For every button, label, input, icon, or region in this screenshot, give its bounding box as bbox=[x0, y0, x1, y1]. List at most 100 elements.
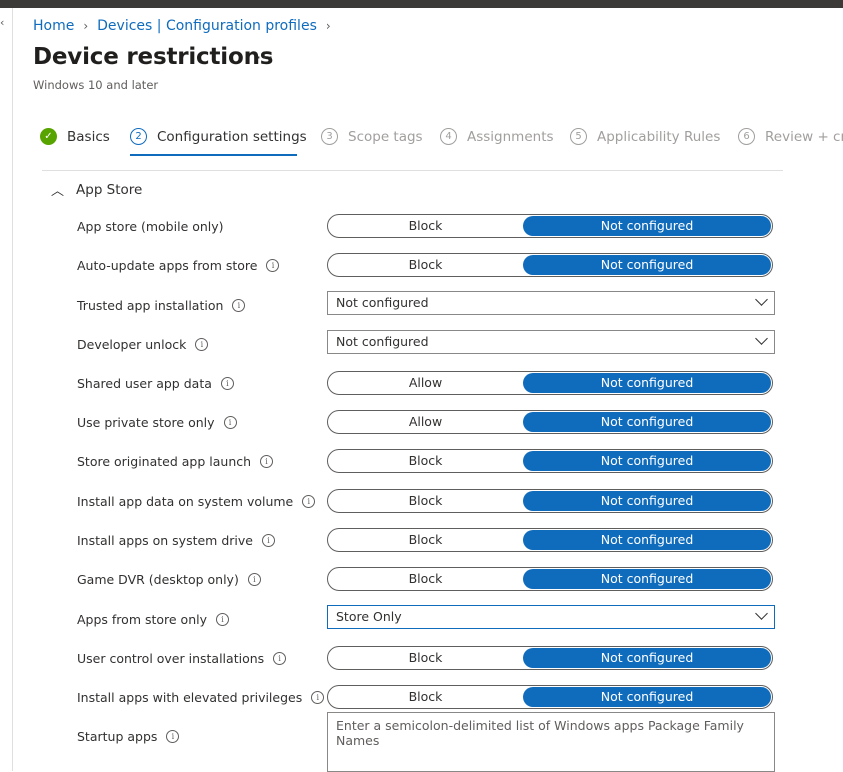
left-nav-edge bbox=[0, 8, 13, 771]
toggle-option-block[interactable]: Block bbox=[328, 450, 523, 472]
install-app-data-system-volume-toggle[interactable]: Block Not configured bbox=[327, 489, 773, 513]
setting-label: User control over installations i bbox=[77, 651, 287, 666]
toggle-option-not-configured[interactable]: Not configured bbox=[523, 648, 771, 668]
page-subtitle: Windows 10 and later bbox=[33, 78, 159, 92]
tab-scope-tags[interactable]: 3 Scope tags bbox=[321, 128, 423, 145]
setting-row-apps-from-store-only: Apps from store only i Store Only bbox=[77, 605, 777, 633]
step-number-badge: 3 bbox=[321, 128, 338, 145]
dropdown-value: Store Only bbox=[336, 609, 402, 624]
toggle-option-block[interactable]: Block bbox=[328, 686, 523, 708]
toggle-option-not-configured[interactable]: Not configured bbox=[523, 491, 771, 511]
setting-label: Install apps with elevated privileges i bbox=[77, 690, 325, 705]
toggle-option-block[interactable]: Block bbox=[328, 568, 523, 590]
info-icon[interactable]: i bbox=[273, 652, 287, 665]
setting-row-user-control-installations: User control over installations i Block N… bbox=[77, 646, 777, 672]
collapse-nav-chevron-icon[interactable]: ‹ bbox=[0, 16, 4, 29]
section-header-app-store[interactable]: ︿ App Store bbox=[51, 180, 143, 200]
info-icon[interactable]: i bbox=[261, 534, 275, 547]
chevron-right-icon: › bbox=[325, 19, 331, 33]
step-label: Scope tags bbox=[348, 128, 423, 145]
toggle-option-block[interactable]: Block bbox=[328, 529, 523, 551]
dropdown-value: Not configured bbox=[336, 295, 429, 310]
setting-label: Store originated app launch i bbox=[77, 454, 274, 469]
setting-row-trusted-app-installation: Trusted app installation i Not configured bbox=[77, 291, 777, 319]
setting-row-use-private-store-only: Use private store only i Allow Not config… bbox=[77, 410, 777, 436]
toggle-option-not-configured[interactable]: Not configured bbox=[523, 530, 771, 550]
setting-label: Developer unlock i bbox=[77, 337, 209, 352]
step-number-badge: 6 bbox=[738, 128, 755, 145]
use-private-store-only-toggle[interactable]: Allow Not configured bbox=[327, 410, 773, 434]
info-icon[interactable]: i bbox=[195, 338, 209, 351]
active-tab-underline bbox=[130, 154, 297, 156]
chevron-down-icon bbox=[755, 607, 768, 620]
section-title: App Store bbox=[76, 181, 143, 198]
app-store-toggle[interactable]: Block Not configured bbox=[327, 214, 773, 238]
setting-label: Install apps on system drive i bbox=[77, 533, 275, 548]
user-control-installations-toggle[interactable]: Block Not configured bbox=[327, 646, 773, 670]
setting-row-developer-unlock: Developer unlock i Not configured bbox=[77, 330, 777, 358]
toggle-option-allow[interactable]: Allow bbox=[328, 372, 523, 394]
game-dvr-toggle[interactable]: Block Not configured bbox=[327, 567, 773, 591]
tab-basics[interactable]: ✓ Basics bbox=[40, 128, 110, 145]
step-label: Review + cre bbox=[765, 128, 843, 145]
shared-user-app-data-toggle[interactable]: Allow Not configured bbox=[327, 371, 773, 395]
tab-assignments[interactable]: 4 Assignments bbox=[440, 128, 554, 145]
info-icon[interactable]: i bbox=[247, 573, 261, 586]
install-apps-system-drive-toggle[interactable]: Block Not configured bbox=[327, 528, 773, 552]
toggle-option-block[interactable]: Block bbox=[328, 215, 523, 237]
breadcrumb-home-link[interactable]: Home bbox=[33, 18, 74, 34]
step-number-badge: 2 bbox=[130, 128, 147, 145]
step-label: Assignments bbox=[467, 128, 554, 145]
step-label: Basics bbox=[67, 128, 110, 145]
setting-label: Install app data on system volume i bbox=[77, 494, 316, 509]
toggle-option-block[interactable]: Block bbox=[328, 490, 523, 512]
info-icon[interactable]: i bbox=[232, 299, 246, 312]
info-icon[interactable]: i bbox=[302, 495, 316, 508]
setting-row-game-dvr: Game DVR (desktop only) i Block Not confi… bbox=[77, 567, 777, 593]
toggle-option-not-configured[interactable]: Not configured bbox=[523, 687, 771, 707]
toggle-option-not-configured[interactable]: Not configured bbox=[523, 569, 771, 589]
install-apps-elevated-toggle[interactable]: Block Not configured bbox=[327, 685, 773, 709]
setting-row-app-store: App store (mobile only) Block Not config… bbox=[77, 214, 777, 240]
setting-row-auto-update: Auto-update apps from store i Block Not c… bbox=[77, 253, 777, 279]
tab-configuration-settings[interactable]: 2 Configuration settings bbox=[130, 128, 307, 145]
chevron-up-icon: ︿ bbox=[51, 184, 65, 199]
page-title: Device restrictions bbox=[33, 44, 274, 70]
tab-review-create[interactable]: 6 Review + cre bbox=[738, 128, 843, 145]
setting-label: Trusted app installation i bbox=[77, 298, 246, 313]
toggle-option-allow[interactable]: Allow bbox=[328, 411, 523, 433]
setting-row-startup-apps: Startup apps i Enter a semicolon-delimite… bbox=[77, 712, 777, 772]
portal-top-bar bbox=[0, 0, 843, 8]
toggle-option-not-configured[interactable]: Not configured bbox=[523, 216, 771, 236]
wizard-steps: ✓ Basics 2 Configuration settings 3 Scop… bbox=[40, 128, 843, 158]
apps-from-store-only-dropdown[interactable]: Store Only bbox=[327, 605, 775, 629]
toggle-option-not-configured[interactable]: Not configured bbox=[523, 451, 771, 471]
tab-applicability-rules[interactable]: 5 Applicability Rules bbox=[570, 128, 720, 145]
more-actions-button[interactable]: ··· bbox=[256, 48, 274, 67]
step-number-badge: 5 bbox=[570, 128, 587, 145]
info-icon[interactable]: i bbox=[266, 259, 280, 272]
startup-apps-textarea[interactable]: Enter a semicolon-delimited list of Wind… bbox=[327, 712, 775, 772]
info-icon[interactable]: i bbox=[220, 377, 234, 390]
chevron-down-icon bbox=[755, 332, 768, 345]
toggle-option-not-configured[interactable]: Not configured bbox=[523, 255, 771, 275]
toggle-option-block[interactable]: Block bbox=[328, 647, 523, 669]
setting-row-shared-user-app-data: Shared user app data i Allow Not configur… bbox=[77, 371, 777, 397]
info-icon[interactable]: i bbox=[223, 416, 237, 429]
auto-update-toggle[interactable]: Block Not configured bbox=[327, 253, 773, 277]
setting-label: Startup apps i bbox=[77, 729, 180, 744]
info-icon[interactable]: i bbox=[216, 613, 229, 626]
textarea-placeholder: Enter a semicolon-delimited list of Wind… bbox=[336, 718, 744, 748]
toggle-option-block[interactable]: Block bbox=[328, 254, 523, 276]
info-icon[interactable]: i bbox=[166, 730, 180, 743]
info-icon[interactable]: i bbox=[260, 455, 274, 468]
toggle-option-not-configured[interactable]: Not configured bbox=[523, 412, 771, 432]
checkmark-icon: ✓ bbox=[40, 128, 57, 145]
developer-unlock-dropdown[interactable]: Not configured bbox=[327, 330, 775, 354]
breadcrumb-config-profiles-link[interactable]: Devices | Configuration profiles bbox=[97, 18, 317, 34]
step-label: Applicability Rules bbox=[597, 128, 721, 145]
store-originated-app-launch-toggle[interactable]: Block Not configured bbox=[327, 449, 773, 473]
toggle-option-not-configured[interactable]: Not configured bbox=[523, 373, 771, 393]
info-icon[interactable]: i bbox=[311, 691, 325, 704]
trusted-app-installation-dropdown[interactable]: Not configured bbox=[327, 291, 775, 315]
